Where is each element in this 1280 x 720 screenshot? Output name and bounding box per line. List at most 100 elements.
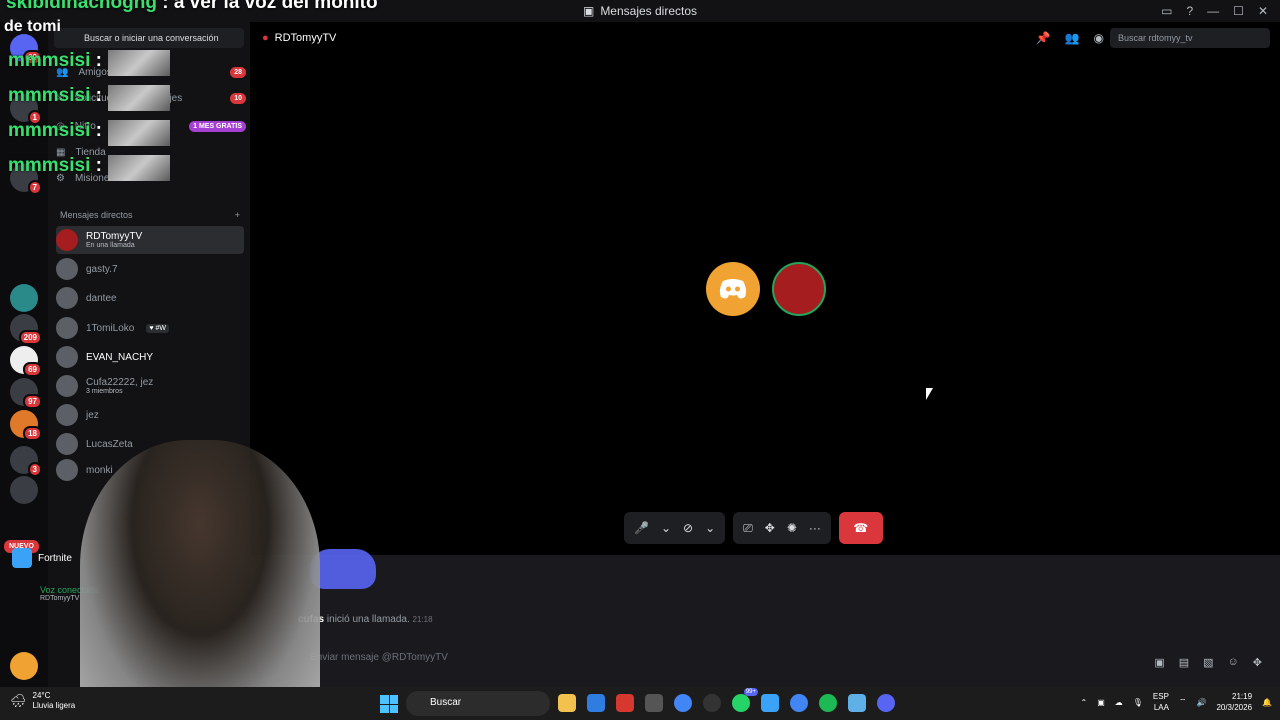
channel-name: RDTomyyTV xyxy=(274,32,337,44)
webcam-overlay xyxy=(80,440,320,720)
server-icon[interactable]: 209 xyxy=(10,314,42,345)
chrome-alt-icon[interactable] xyxy=(790,694,808,712)
taskbar-search[interactable]: Buscar xyxy=(406,691,550,716)
system-tray: ⌃ ▣ ☁ 🎙 ESP LAA ⌔ 🔊 21:19 20/3/2026 🔔 xyxy=(1081,691,1273,713)
start-button[interactable] xyxy=(380,695,398,713)
server-icon[interactable]: 18 xyxy=(10,410,42,441)
overlay-message: : a ver la voz del monito xyxy=(162,0,378,13)
notification-bell-icon[interactable]: 🔔 xyxy=(1262,698,1272,707)
notification-badge: 99+ xyxy=(743,688,758,696)
server-icon[interactable]: 69 xyxy=(10,346,42,377)
chevron-up-icon[interactable]: ⌃ xyxy=(1081,698,1088,707)
taskbar-apps: 99+ xyxy=(558,688,895,712)
participant-avatar[interactable] xyxy=(772,262,826,316)
server-icon[interactable]: 3 xyxy=(10,446,42,477)
taskbar: 🌧 24°C Lluvia ligera Buscar 99+ ⌃ ▣ ☁ 🎙 ES… xyxy=(0,687,1280,720)
fortnite-app-icon[interactable] xyxy=(761,694,779,712)
channel-search-input[interactable]: Buscar rdtomyy_tv xyxy=(1110,28,1270,48)
dm-item[interactable]: Cufa22222, jez 3 miembros xyxy=(56,372,244,400)
overlay-username: skibidinachogng xyxy=(6,0,157,13)
voice-call-icon: ● xyxy=(262,32,269,44)
participant-avatar[interactable] xyxy=(706,262,760,316)
chevron-down-icon[interactable]: ⌄ xyxy=(661,521,671,535)
language-indicator[interactable]: ESP LAA xyxy=(1153,691,1169,713)
microphone-tray-icon[interactable]: 🎙 xyxy=(1133,698,1143,707)
overlay-chat-sep: : xyxy=(95,120,102,141)
user-avatar[interactable] xyxy=(10,652,38,680)
dm-header-label: Mensajes directos xyxy=(60,210,133,220)
cloud-icon[interactable]: ☁ xyxy=(1115,698,1123,707)
soundboard-icon[interactable]: ✺ xyxy=(787,521,797,535)
gift-icon[interactable]: ▣ xyxy=(1154,656,1164,669)
volume-icon[interactable]: 🔊 xyxy=(1196,698,1206,707)
dm-name: LucasZeta xyxy=(86,438,133,450)
server-icon[interactable]: 97 xyxy=(10,378,42,409)
emoji-icon[interactable]: ☺ xyxy=(1228,656,1239,669)
spotify-icon[interactable] xyxy=(819,694,837,712)
edge-icon[interactable] xyxy=(587,694,605,712)
wps-icon[interactable] xyxy=(616,694,634,712)
overlay-chat-line: mmmsisi : xyxy=(8,155,102,177)
wifi-icon[interactable]: ⌔ xyxy=(1179,697,1187,707)
camera-off-icon[interactable]: ⊘ xyxy=(683,521,693,535)
nav-badge: 1 MES GRATIS xyxy=(189,120,246,132)
dm-item[interactable]: 1TomiLoko ♥ #W xyxy=(56,314,244,342)
dm-search-button[interactable]: Buscar o iniciar una conversación xyxy=(54,28,244,48)
screen-share-icon[interactable]: ⎚ xyxy=(743,521,753,536)
game-activity[interactable]: Fortnite xyxy=(12,548,72,568)
dm-item[interactable]: jez xyxy=(56,401,244,429)
sticker-icon[interactable]: ▧ xyxy=(1203,656,1213,669)
server-icon[interactable] xyxy=(10,284,38,312)
hangup-icon: ☎ xyxy=(853,521,869,535)
overlay-thumbnail xyxy=(108,50,170,76)
add-friends-icon[interactable]: 👥 xyxy=(1065,31,1080,45)
microphone-icon[interactable]: 🎤 xyxy=(634,521,649,535)
whatsapp-icon[interactable]: 99+ xyxy=(732,688,758,712)
server-icon[interactable] xyxy=(10,476,38,504)
weather-widget[interactable]: 🌧 24°C Lluvia ligera xyxy=(10,691,75,710)
create-dm-button[interactable]: + xyxy=(235,210,240,220)
chevron-down-icon[interactable]: ⌄ xyxy=(705,521,715,535)
dm-item[interactable]: RDTomyyTV En una llamada xyxy=(56,226,244,254)
game-name: Fortnite xyxy=(38,552,72,564)
inbox-icon[interactable]: ▭ xyxy=(1161,4,1172,18)
server-badge: 97 xyxy=(23,394,42,409)
chrome-icon[interactable] xyxy=(674,694,692,712)
steam-icon[interactable] xyxy=(703,694,721,712)
more-icon[interactable]: ··· xyxy=(809,521,821,535)
overlay-chat-sep: : xyxy=(95,50,102,71)
discord-app-icon[interactable] xyxy=(877,694,895,712)
help-icon[interactable]: ? xyxy=(1186,4,1193,18)
overlay-thumbnail xyxy=(108,85,170,111)
window-title: Mensajes directos xyxy=(600,4,698,18)
dm-name: Cufa22222, jez xyxy=(86,377,154,388)
dm-item[interactable]: EVAN_NACHY xyxy=(56,343,244,371)
activities-icon[interactable]: ✥ xyxy=(765,521,775,535)
notepad-icon[interactable] xyxy=(848,694,866,712)
dm-item[interactable]: dantee xyxy=(56,284,244,312)
overlay-chat-sep: : xyxy=(95,155,102,176)
file-explorer-icon[interactable] xyxy=(558,694,576,712)
tray-app-icon[interactable]: ▣ xyxy=(1097,698,1105,707)
overlay-chat-user: mmmsisi xyxy=(8,155,91,176)
pin-icon[interactable]: 📌 xyxy=(1036,31,1051,45)
lang-code: ESP xyxy=(1152,692,1169,701)
weather-text: Lluvia ligera xyxy=(32,700,76,710)
dm-item[interactable]: gasty.7 xyxy=(56,255,244,283)
channel-header: ● RDTomyyTV 📌 👥 ◉ Buscar rdtomyy_tv xyxy=(250,22,1280,54)
server-badge: 3 xyxy=(27,462,42,477)
close-button[interactable]: ✕ xyxy=(1258,4,1268,18)
minimize-button[interactable]: — xyxy=(1207,4,1219,18)
disconnect-button[interactable]: ☎ xyxy=(838,512,883,544)
overlay-thumbnail xyxy=(108,120,170,146)
gif-icon[interactable]: ▤ xyxy=(1179,656,1189,669)
clock[interactable]: 21:19 20/3/2026 xyxy=(1216,691,1252,713)
profile-icon[interactable]: ◉ xyxy=(1094,31,1104,45)
call-participants xyxy=(706,262,826,316)
overlay-chat-user: mmmsisi xyxy=(8,120,91,141)
maximize-button[interactable]: ☐ xyxy=(1233,4,1244,18)
temperature: 24°C xyxy=(32,691,51,700)
message-input[interactable]: Enviar mensaje @RDTomyyTV xyxy=(310,652,448,663)
apps-icon[interactable]: ✥ xyxy=(1253,656,1262,669)
store-icon[interactable] xyxy=(645,694,663,712)
